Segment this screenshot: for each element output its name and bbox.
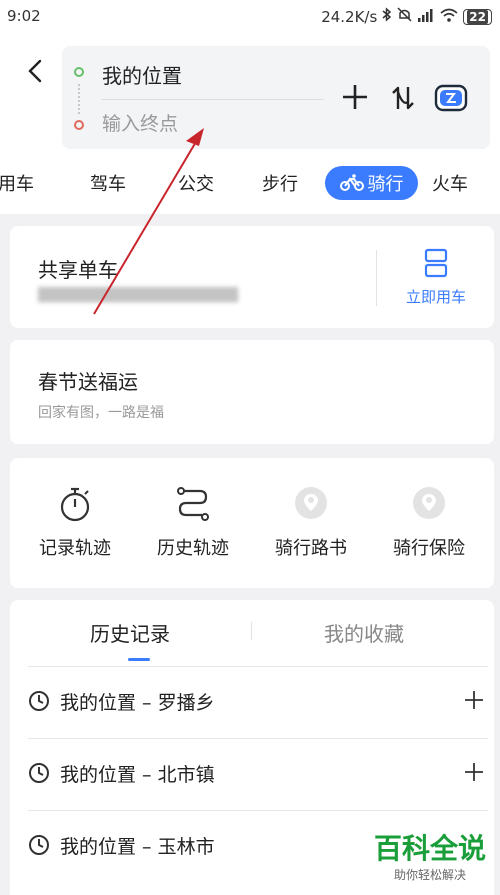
transport-mode-tabs: 用车 驾车 公交 步行 骑行 火车 [0, 164, 500, 206]
scan-icon [424, 248, 448, 278]
route-input-panel: 我的位置 [62, 46, 490, 149]
cycling-insurance-label: 骑行保险 [393, 538, 465, 559]
tab-taxi[interactable]: 用车 [0, 170, 34, 196]
bike-share-card[interactable]: 共享单车 ████████████████████ 立即用车 [10, 226, 494, 328]
ride-now-label: 立即用车 [405, 288, 466, 306]
ride-now-button[interactable]: 立即用车 [390, 246, 482, 310]
field-divider [102, 99, 324, 100]
history-item-label: 我的位置 – 罗播乡 [60, 692, 215, 714]
tab-walk[interactable]: 步行 [262, 170, 298, 196]
bluetooth-icon [382, 7, 392, 26]
status-bar: 9:02 24.2K/s 22 [0, 0, 500, 34]
bike-share-blurred-text: ████████████████████ [38, 288, 238, 303]
cycling-insurance-button[interactable]: 骑行保险 [374, 486, 484, 566]
swap-icon [392, 86, 414, 110]
route-header: 我的位置 用车 驾车 公交 步行 骑行 火车 [0, 34, 500, 214]
route-connector [78, 84, 80, 114]
watermark-title: 百科全说 [373, 832, 486, 865]
start-dot-icon [74, 67, 84, 77]
tab-cycling[interactable]: 骑行 [325, 166, 418, 200]
history-item-label: 我的位置 – 北市镇 [60, 764, 215, 786]
list-divider [28, 810, 488, 811]
tab-favorites[interactable]: 我的收藏 [324, 618, 404, 647]
list-divider [28, 738, 488, 739]
record-track-label: 记录轨迹 [39, 538, 111, 559]
map-pin-icon [413, 487, 445, 519]
clock-icon [29, 691, 49, 711]
clock-icon [29, 763, 49, 783]
tab-separator [251, 622, 252, 640]
bicycle-icon [339, 174, 364, 191]
history-item-label: 我的位置 – 玉林市 [60, 836, 215, 858]
net-speed: 24.2K/s [321, 7, 378, 26]
wifi-icon [440, 8, 458, 26]
history-track-button[interactable]: 历史轨迹 [138, 486, 248, 566]
watermark-logo: 百科全说 助你轻松解决 [370, 832, 490, 883]
start-location-field[interactable]: 我的位置 [102, 60, 182, 89]
battery-level: 22 [467, 9, 488, 24]
list-divider [28, 666, 488, 667]
stopwatch-icon [60, 487, 90, 522]
promo-subtitle: 回家有图，一路是福 [38, 405, 164, 421]
cycling-guide-button[interactable]: 骑行路书 [256, 486, 366, 566]
tab-drive[interactable]: 驾车 [90, 170, 126, 196]
tab-cycling-label: 骑行 [367, 174, 404, 195]
map-pin-icon [295, 487, 327, 519]
swap-route-button[interactable] [390, 84, 418, 112]
cycling-guide-label: 骑行路书 [275, 538, 347, 559]
bike-share-title: 共享单车 [38, 258, 118, 282]
battery-icon: 22 [463, 8, 492, 25]
end-dot-icon [74, 120, 84, 130]
route-icon [177, 487, 209, 521]
card-divider [376, 250, 377, 306]
history-item[interactable]: 我的位置 – 罗播乡 [28, 672, 488, 732]
tab-history[interactable]: 历史记录 [90, 618, 170, 647]
status-time: 9:02 [7, 7, 41, 25]
destination-input[interactable] [102, 108, 302, 140]
tab-train[interactable]: 火车 [432, 170, 468, 196]
quick-actions-card: 记录轨迹 历史轨迹 骑行路书 骑行保险 [10, 458, 494, 588]
plus-icon[interactable] [464, 690, 484, 710]
record-track-button[interactable]: 记录轨迹 [20, 486, 130, 566]
active-tab-indicator [128, 658, 150, 661]
promo-card[interactable]: 春节送福运 回家有图，一路是福 [10, 340, 494, 444]
tab-transit[interactable]: 公交 [178, 170, 214, 196]
signal-icon [417, 8, 435, 26]
voice-assistant-button[interactable] [434, 84, 468, 112]
clock-icon [29, 835, 49, 855]
chevron-left-icon [28, 59, 42, 83]
back-button[interactable] [22, 56, 48, 86]
history-track-label: 历史轨迹 [157, 538, 229, 559]
status-indicators: 24.2K/s 22 [321, 7, 492, 26]
history-item[interactable]: 我的位置 – 北市镇 [28, 744, 488, 804]
mute-icon [397, 7, 412, 26]
voice-assistant-icon [434, 84, 468, 112]
watermark-subtitle: 助你轻松解决 [393, 868, 466, 882]
plus-icon [343, 85, 367, 109]
promo-title: 春节送福运 [38, 370, 138, 394]
add-waypoint-button[interactable] [340, 82, 370, 112]
plus-icon[interactable] [464, 762, 484, 782]
